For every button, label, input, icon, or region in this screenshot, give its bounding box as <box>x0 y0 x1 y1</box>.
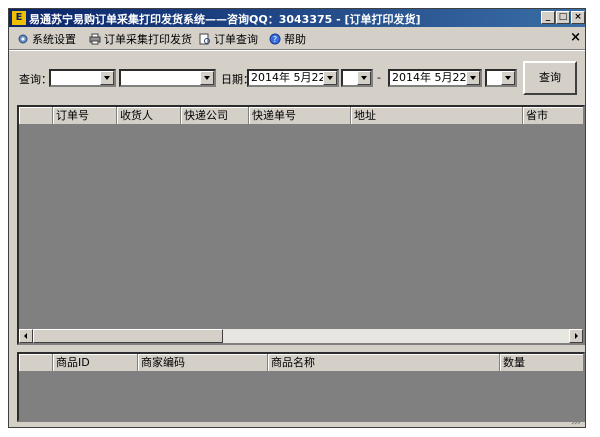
printer-icon <box>89 33 101 45</box>
horizontal-scrollbar[interactable] <box>19 329 583 343</box>
column-header-receiver[interactable]: 收货人 <box>117 107 181 125</box>
scroll-left-button[interactable] <box>19 329 33 343</box>
maximize-button[interactable]: □ <box>556 11 570 24</box>
close-button[interactable]: × <box>571 11 585 24</box>
document-search-icon <box>199 33 210 45</box>
scroll-thumb[interactable] <box>33 329 223 343</box>
column-header-order-no[interactable]: 订单号 <box>53 107 117 125</box>
column-header-quantity[interactable]: 数量 <box>500 354 583 372</box>
mdi-close-button[interactable]: × <box>570 30 581 45</box>
orders-grid-header: 订单号 收货人 快递公司 快递单号 地址 省市 <box>19 107 583 125</box>
chevron-down-icon[interactable] <box>100 71 114 85</box>
menu-label: 订单查询 <box>214 33 258 46</box>
query-field-select[interactable] <box>49 69 116 87</box>
chevron-down-icon[interactable] <box>323 71 337 85</box>
menu-label: 系统设置 <box>32 33 76 46</box>
items-grid-header: 商品ID 商家编码 商品名称 数量 <box>19 354 583 372</box>
query-label: 查询： <box>19 73 52 86</box>
column-header-merchant-code[interactable]: 商家编码 <box>138 354 268 372</box>
menu-order-query[interactable]: 订单查询 <box>199 31 258 47</box>
chevron-right-icon <box>575 333 578 339</box>
svg-text:?: ? <box>273 35 277 44</box>
app-logo-icon: E <box>12 11 26 25</box>
column-header-address[interactable]: 地址 <box>351 107 523 125</box>
panel-splitter[interactable] <box>17 344 585 352</box>
minimize-button[interactable]: _ <box>541 11 555 24</box>
column-header-indicator[interactable] <box>19 107 53 125</box>
column-header-indicator[interactable] <box>19 354 53 372</box>
time-to-select[interactable] <box>485 69 517 87</box>
settings-icon <box>18 34 28 44</box>
menu-separator <box>9 49 585 51</box>
menu-order-print-ship[interactable]: 订单采集打印发货 <box>89 31 192 47</box>
column-header-courier[interactable]: 快递公司 <box>181 107 249 125</box>
resize-grip-icon[interactable] <box>571 415 581 425</box>
date-to-value: 2014年 5月22日 <box>392 71 478 84</box>
items-grid[interactable]: 商品ID 商家编码 商品名称 数量 <box>17 352 585 422</box>
menu-bar: 系统设置 订单采集打印发货 订单查询 ? 帮助 × <box>9 28 585 48</box>
date-from-picker[interactable]: 2014年 5月22日 <box>247 69 339 87</box>
menu-help[interactable]: ? 帮助 <box>269 31 306 47</box>
menu-system-settings[interactable]: 系统设置 <box>17 31 76 47</box>
scroll-right-button[interactable] <box>569 329 583 343</box>
query-toolbar: 查询： 日期： 2014年 5月22日 - 2014年 5月22日 查询 <box>9 53 585 105</box>
date-separator: - <box>377 71 381 84</box>
query-value-select[interactable] <box>119 69 216 87</box>
menu-label: 帮助 <box>284 33 306 46</box>
help-icon: ? <box>269 33 281 45</box>
menu-label: 订单采集打印发货 <box>104 33 192 46</box>
column-header-product-name[interactable]: 商品名称 <box>268 354 500 372</box>
column-header-product-id[interactable]: 商品ID <box>53 354 138 372</box>
main-window: E 易通苏宁易购订单采集打印发货系统——咨询QQ：3043375 - [订单打印… <box>8 8 586 428</box>
title-bar[interactable]: E 易通苏宁易购订单采集打印发货系统——咨询QQ：3043375 - [订单打印… <box>9 9 585 27</box>
column-header-province[interactable]: 省市 <box>523 107 583 125</box>
chevron-left-icon <box>24 333 27 339</box>
column-header-tracking-no[interactable]: 快递单号 <box>249 107 351 125</box>
chevron-down-icon[interactable] <box>466 71 480 85</box>
search-button[interactable]: 查询 <box>523 61 577 95</box>
date-to-picker[interactable]: 2014年 5月22日 <box>388 69 482 87</box>
orders-grid[interactable]: 订单号 收货人 快递公司 快递单号 地址 省市 <box>17 105 585 345</box>
chevron-down-icon[interactable] <box>501 71 515 85</box>
chevron-down-icon[interactable] <box>357 71 371 85</box>
window-title: 易通苏宁易购订单采集打印发货系统——咨询QQ：3043375 - [订单打印发货… <box>29 13 421 26</box>
time-from-select[interactable] <box>341 69 373 87</box>
chevron-down-icon[interactable] <box>200 71 214 85</box>
